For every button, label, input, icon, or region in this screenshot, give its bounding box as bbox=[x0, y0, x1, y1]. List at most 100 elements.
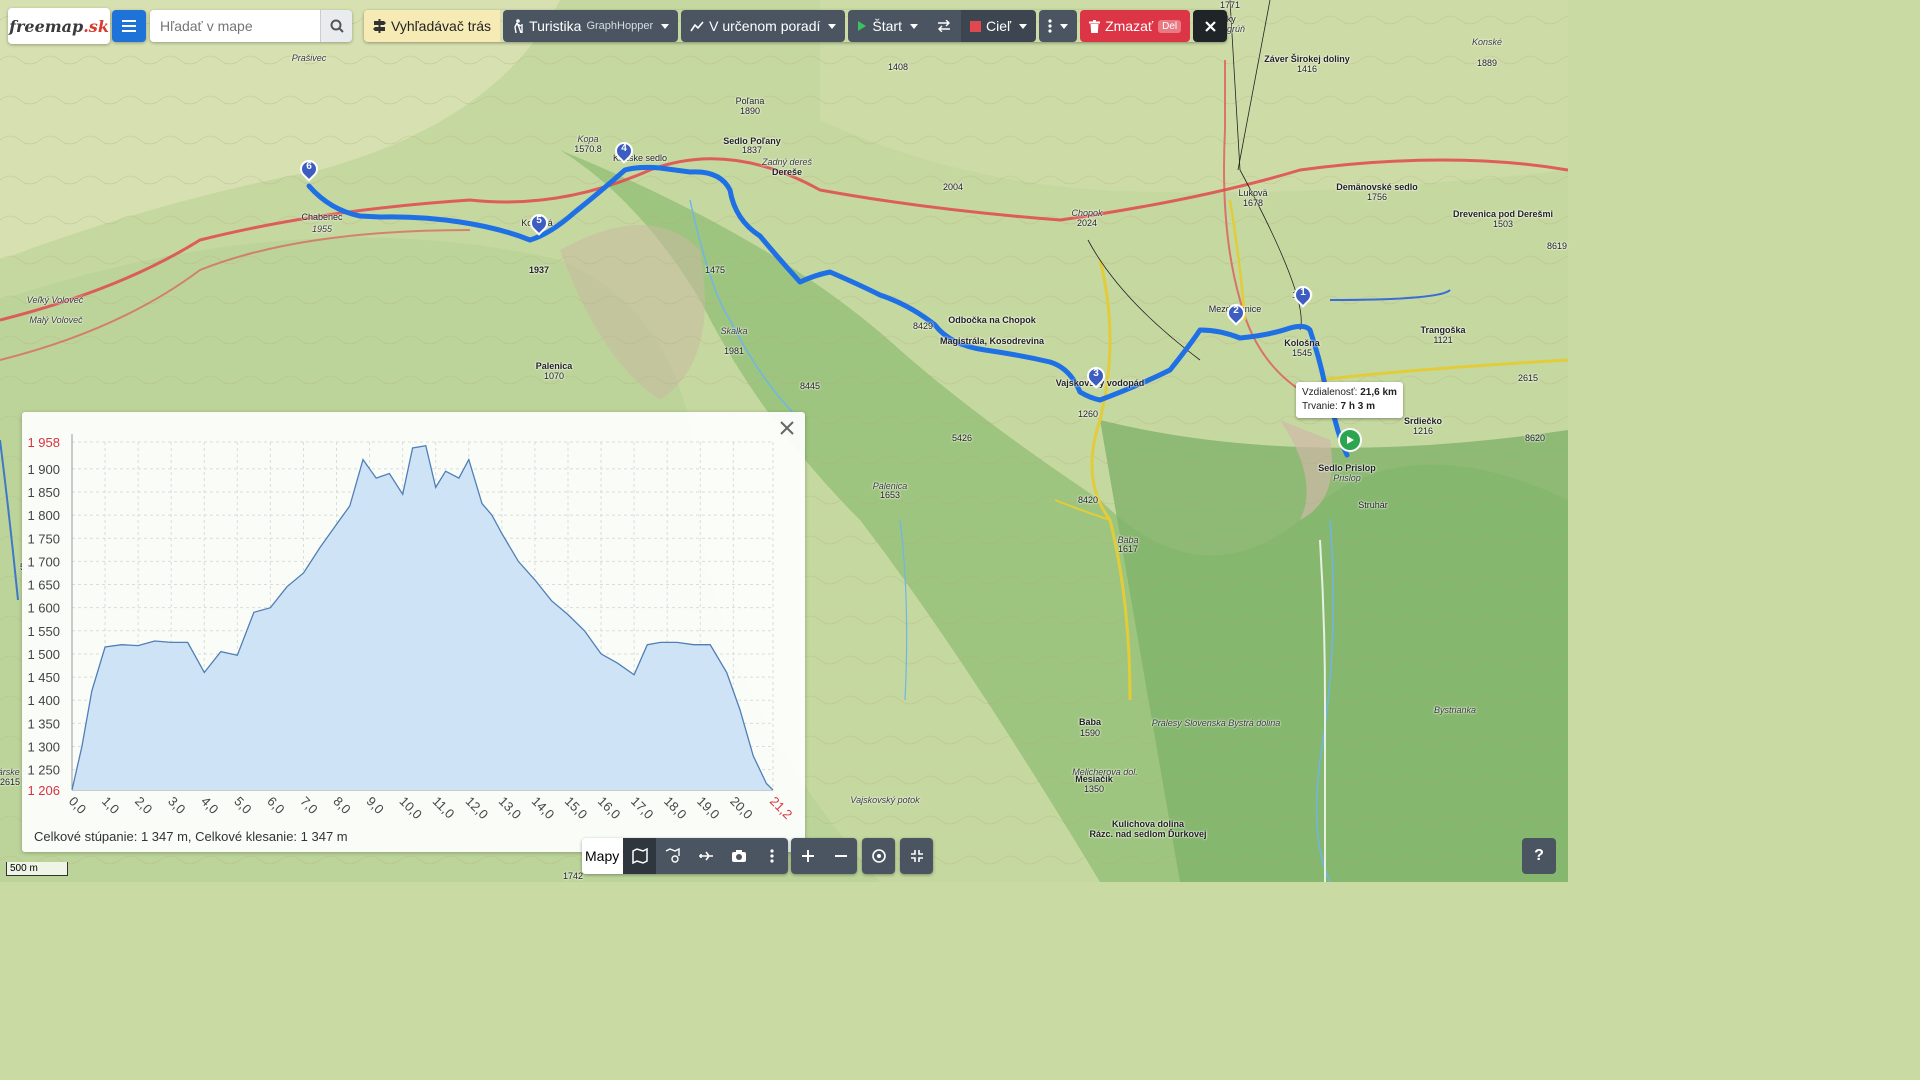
play-icon bbox=[858, 21, 867, 31]
y-tick-label: 1 800 bbox=[27, 508, 60, 523]
route-finder-button[interactable]: Vyhľadávač trás bbox=[364, 10, 501, 42]
map-label: Odbočka na Chopok bbox=[948, 315, 1036, 325]
layer-hiking-button[interactable] bbox=[656, 838, 690, 874]
y-tick-label: 1 206 bbox=[27, 783, 60, 798]
map-label: 8620 bbox=[1524, 433, 1546, 443]
close-icon bbox=[1204, 20, 1216, 32]
map-layers-toolbar: Mapy bbox=[582, 838, 789, 874]
delete-route-button[interactable]: Zmazať Del bbox=[1080, 10, 1191, 42]
x-tick-label: 8,0 bbox=[330, 794, 353, 817]
map-label: 2615 bbox=[0, 777, 21, 787]
map-label: 1416 bbox=[1296, 64, 1318, 74]
map-label: Melicherova dol. bbox=[1072, 767, 1138, 777]
x-tick-label: 21,2 bbox=[767, 794, 796, 822]
map-label: Prašivec bbox=[291, 53, 327, 63]
compress-icon bbox=[910, 850, 923, 862]
maps-label: Mapy bbox=[582, 838, 624, 874]
transport-mode-dropdown[interactable]: Turistika GraphHopper bbox=[503, 10, 679, 42]
x-tick-label: 11,0 bbox=[430, 794, 458, 822]
logo-text-domain: .sk bbox=[83, 16, 109, 36]
y-tick-label: 1 900 bbox=[27, 462, 60, 477]
map-label: 2615 bbox=[1517, 373, 1539, 383]
x-tick-label: 9,0 bbox=[363, 794, 386, 817]
swap-start-finish-button[interactable] bbox=[926, 10, 961, 42]
hiker-icon bbox=[514, 19, 523, 33]
duration-value: 7 h 3 m bbox=[1340, 401, 1376, 412]
chevron-down-icon bbox=[661, 23, 670, 29]
start-flag-marker[interactable] bbox=[1338, 428, 1362, 452]
waypoint-marker-2[interactable]: 2 bbox=[1223, 300, 1249, 330]
layer-photos-button[interactable] bbox=[689, 838, 723, 874]
y-tick-label: 1 650 bbox=[27, 578, 60, 593]
zoom-in-button[interactable] bbox=[791, 838, 824, 874]
freemap-logo[interactable]: freemap .sk bbox=[8, 8, 110, 44]
x-tick-label: 12,0 bbox=[463, 794, 492, 822]
elevation-chart[interactable]: 1 958 1 900 1 850 1 800 1 750 1 700 1 650 1 600… bbox=[22, 412, 805, 822]
close-toolbar-button[interactable] bbox=[1193, 10, 1228, 42]
map-label: 1981 bbox=[723, 346, 745, 356]
map-label: Trangoška bbox=[1420, 325, 1466, 335]
x-tick-label: 13,0 bbox=[496, 794, 525, 822]
more-layers-button[interactable] bbox=[755, 838, 789, 874]
map-label: Srdiečko bbox=[1403, 416, 1443, 426]
y-tick-label: 1 850 bbox=[27, 485, 60, 500]
map-label: Demänovské sedlo bbox=[1336, 182, 1418, 192]
map-label: Poľana bbox=[735, 96, 765, 106]
map-label: Vajskovský potok bbox=[850, 795, 920, 805]
x-tick-label: 0,0 bbox=[66, 794, 89, 817]
map-label: Drevenica pod Derešmi bbox=[1452, 209, 1554, 219]
waypoint-marker-6[interactable]: 6 bbox=[296, 156, 322, 186]
x-tick-label: 16,0 bbox=[595, 794, 624, 822]
waypoint-marker-1[interactable]: 1 bbox=[1290, 282, 1316, 312]
more-options-dropdown[interactable] bbox=[1039, 10, 1078, 42]
transport-mode-label: Turistika bbox=[529, 18, 582, 34]
map-label: Sedlo Prislop bbox=[1318, 463, 1376, 473]
x-tick-label: 3,0 bbox=[165, 794, 188, 817]
vertical-dots-icon bbox=[1048, 19, 1052, 33]
map-label: 1350 bbox=[1083, 784, 1105, 794]
elevation-summary: Celkové stúpanie: 1 347 m, Celkové klesa… bbox=[34, 829, 348, 844]
map-label: Palenica bbox=[535, 361, 573, 371]
start-point-dropdown[interactable]: Štart bbox=[848, 10, 927, 42]
elevation-area bbox=[72, 445, 773, 790]
delete-shortcut-badge: Del bbox=[1158, 19, 1182, 33]
close-icon[interactable] bbox=[777, 418, 797, 438]
search-box bbox=[150, 10, 352, 42]
layer-map-button[interactable] bbox=[623, 838, 657, 874]
finish-point-dropdown[interactable]: Cieľ bbox=[960, 10, 1037, 42]
map-label: 1617 bbox=[1117, 544, 1139, 554]
main-menu-button[interactable] bbox=[112, 10, 146, 42]
y-tick-label: 1 250 bbox=[27, 763, 60, 778]
map-label: 5426 bbox=[951, 433, 973, 443]
waypoint-marker-3[interactable]: 3 bbox=[1083, 363, 1109, 393]
locate-me-button[interactable] bbox=[862, 838, 895, 874]
map-label: 1475 bbox=[704, 265, 726, 275]
zoom-out-button[interactable] bbox=[824, 838, 857, 874]
map-label: Kopa bbox=[577, 134, 599, 144]
map-label: 1121 bbox=[1433, 335, 1453, 345]
map-layer-icon bbox=[631, 848, 648, 864]
y-tick-label: 1 550 bbox=[27, 624, 60, 639]
play-icon bbox=[1347, 436, 1354, 444]
chevron-down-icon bbox=[1060, 23, 1069, 29]
map-label: 2024 bbox=[1076, 218, 1098, 228]
map-label: Záver Širokej doliny bbox=[1264, 54, 1350, 64]
finish-point-label: Cieľ bbox=[985, 18, 1012, 34]
map-label: Malý Voloveč bbox=[29, 315, 83, 325]
map-label: Chabenec bbox=[301, 212, 343, 222]
waypoint-marker-5[interactable]: 5 bbox=[526, 210, 552, 240]
screenshot-button[interactable] bbox=[722, 838, 756, 874]
route-order-label: V určenom poradí bbox=[709, 18, 821, 34]
signpost-icon bbox=[373, 19, 386, 33]
fullscreen-button[interactable] bbox=[900, 838, 933, 874]
y-tick-label: 1 300 bbox=[27, 740, 60, 755]
search-input[interactable] bbox=[150, 10, 320, 42]
help-button[interactable]: ? bbox=[1522, 838, 1556, 874]
route-summary-tooltip: Vzdialenosť: 21,6 km Trvanie: 7 h 3 m bbox=[1296, 382, 1403, 418]
trash-icon bbox=[1089, 19, 1101, 33]
waypoint-marker-4[interactable]: 4 bbox=[611, 138, 637, 168]
airplane-icon bbox=[698, 851, 713, 861]
search-button[interactable] bbox=[320, 10, 352, 42]
y-tick-label: 1 600 bbox=[27, 601, 60, 616]
route-order-dropdown[interactable]: V určenom poradí bbox=[681, 10, 846, 42]
